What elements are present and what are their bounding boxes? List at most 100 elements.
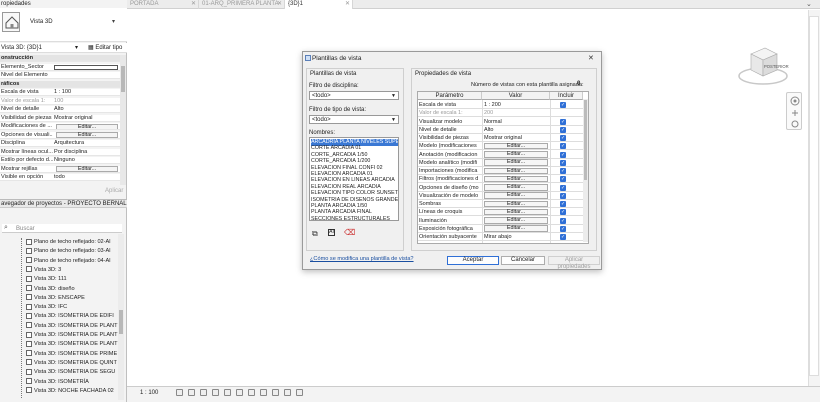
help-link[interactable]: ¿Cómo se modifica una plantilla de vista…: [310, 256, 414, 262]
tree-item[interactable]: Vista 3D: diseño: [26, 285, 120, 294]
tree-item[interactable]: Vista 3D: 111: [26, 275, 120, 284]
property-row[interactable]: Disciplina Arquitectura: [0, 140, 120, 148]
property-row[interactable]: Nivel de detalle Alto: [0, 106, 120, 114]
parameter-value[interactable]: Mostrar original: [484, 134, 546, 142]
tree-item[interactable]: Vista 3D: ISOMETRÍA: [26, 378, 120, 387]
chevron-down-icon[interactable]: ▾: [75, 44, 78, 51]
edit-button[interactable]: Editar...: [484, 200, 548, 208]
parameter-row[interactable]: Modelo (modificaciones Editar... ✓: [418, 142, 583, 151]
include-checkbox[interactable]: ✓: [560, 225, 567, 232]
property-row[interactable]: Mostrar rejillas Editar...: [0, 165, 120, 173]
tree-item[interactable]: Vista 3D: ISOMETRIA DE PLANT: [26, 322, 120, 331]
edit-button[interactable]: Editar...: [56, 132, 118, 138]
tab-overflow-icon[interactable]: ⌄: [806, 0, 812, 8]
parameter-row[interactable]: Visualización de modelo Editar... ✓: [418, 192, 583, 200]
tree-item[interactable]: Vista 3D: ENSCAPE: [26, 294, 120, 303]
parameter-value[interactable]: Normal: [484, 118, 546, 126]
reveal-hidden-icon[interactable]: [284, 389, 291, 396]
temporary-hide-icon[interactable]: [272, 389, 279, 396]
edit-type-button[interactable]: ▦ Editar tipo: [88, 44, 122, 51]
property-row[interactable]: Mostrar líneas ocul... Por disciplina: [0, 148, 120, 156]
parameter-row[interactable]: Valor de escala 1: 200: [418, 109, 583, 118]
edit-button[interactable]: Editar...: [56, 123, 118, 130]
edit-button[interactable]: Editar...: [484, 151, 548, 158]
tree-item[interactable]: Vista 3D: ISOMETRIA DE PLANT: [26, 331, 120, 340]
edit-button[interactable]: Editar...: [484, 184, 548, 191]
parameter-row[interactable]: Visualizar modelo Normal ✓: [418, 118, 583, 126]
edit-button[interactable]: Editar...: [484, 167, 548, 175]
navigation-bar[interactable]: [786, 92, 802, 130]
property-row[interactable]: Opciones de visuali... Editar...: [0, 131, 120, 139]
lock-view-icon[interactable]: [260, 389, 267, 396]
property-row[interactable]: Escala de vista 1 : 100: [0, 89, 120, 97]
render-icon[interactable]: [224, 389, 231, 396]
tree-item[interactable]: Vista 3D: ISOMETRIA DE SEGU: [26, 368, 120, 377]
property-row[interactable]: Estilo por defecto d... Ninguno: [0, 157, 120, 165]
tree-item[interactable]: Vista 3D: ISOMETRIA DE EDIFI: [26, 312, 120, 321]
parameter-value[interactable]: 1 : 200: [484, 101, 546, 109]
include-checkbox[interactable]: ✓: [560, 159, 567, 166]
duplicate-icon[interactable]: ⧉: [312, 229, 318, 239]
cancel-button[interactable]: Cancelar: [501, 256, 545, 265]
close-icon[interactable]: ✕: [191, 0, 196, 9]
apply-properties-button[interactable]: Aplicar propiedades: [548, 256, 600, 270]
include-checkbox[interactable]: ✓: [560, 217, 567, 224]
property-row[interactable]: Nivel del Elemento: [0, 72, 120, 80]
crop-view-icon[interactable]: [236, 389, 243, 396]
edit-button[interactable]: Editar...: [484, 192, 548, 199]
tree-item[interactable]: Vista 3D: IFC: [26, 303, 120, 312]
view-type-filter-select[interactable]: <todo> ▼: [309, 115, 399, 124]
parameter-row[interactable]: Filtros (modificaciones d Editar... ✓: [418, 175, 583, 184]
property-row[interactable]: Visibilidad de piezas Mostrar original: [0, 114, 120, 122]
property-row[interactable]: Valor de escala 1: 100: [0, 97, 120, 105]
tab-primera-planta[interactable]: 01-ARQ_PRIMERA PLANTA ✕: [199, 0, 285, 9]
apply-button[interactable]: Aplicar: [105, 188, 123, 194]
include-checkbox[interactable]: ✓: [560, 168, 567, 175]
include-checkbox[interactable]: ✓: [560, 143, 567, 150]
shadows-icon[interactable]: [212, 389, 219, 396]
property-value-field[interactable]: [54, 64, 118, 70]
template-names-list[interactable]: ARCADRIA PLANTA NIVELES SUPE CORTE ARCADI…: [309, 137, 399, 221]
parameter-row[interactable]: Sombras Editar... ✓: [418, 200, 583, 209]
delete-icon[interactable]: ⌫: [344, 228, 355, 237]
parameter-value[interactable]: Mirar abajo: [484, 233, 546, 241]
include-checkbox[interactable]: ✓: [560, 192, 567, 199]
edit-button[interactable]: Editar...: [484, 208, 548, 216]
parameter-row[interactable]: Opciones de diseño (mo Editar... ✓: [418, 184, 583, 192]
include-checkbox[interactable]: ✓: [560, 151, 567, 158]
parameter-row[interactable]: Modelo analítico (modifi Editar... ✓: [418, 159, 583, 167]
include-checkbox[interactable]: ✓: [560, 118, 567, 125]
close-icon[interactable]: ✕: [277, 0, 282, 9]
parameter-row[interactable]: Nivel de detalle Alto ✓: [418, 126, 583, 134]
include-checkbox[interactable]: ✓: [560, 102, 567, 109]
edit-button[interactable]: Editar...: [484, 225, 548, 232]
discipline-filter-select[interactable]: <todo> ▼: [309, 91, 399, 100]
parameter-row[interactable]: Iluminación Editar... ✓: [418, 217, 583, 225]
close-icon[interactable]: ✕: [588, 54, 594, 62]
tree-item[interactable]: Vista 3D: ISOMETRIA DE PRIME: [26, 350, 120, 359]
tree-item[interactable]: Vista 3D: ISOMETRIA DE PLANT: [26, 340, 120, 349]
edit-button[interactable]: Editar...: [484, 175, 548, 183]
property-row[interactable]: Elemento_Sector: [0, 63, 120, 71]
edit-button[interactable]: Editar...: [484, 217, 548, 224]
tab-portada[interactable]: PORTADA ✕: [127, 0, 199, 9]
worksharing-icon[interactable]: [296, 389, 303, 396]
include-checkbox[interactable]: ✓: [560, 135, 567, 142]
parameter-row[interactable]: Importaciones (modifica Editar... ✓: [418, 167, 583, 176]
parameter-row[interactable]: Orientación subyacente Mirar abajo ✓: [418, 233, 583, 242]
include-checkbox[interactable]: ✓: [560, 201, 567, 208]
sun-path-icon[interactable]: [200, 389, 207, 396]
parameter-value[interactable]: 200: [484, 109, 546, 117]
viewcube-icon[interactable]: POSTERIOR: [737, 38, 789, 88]
detail-level-icon[interactable]: [176, 389, 183, 396]
parameter-row[interactable]: Anotación (modificacion Editar... ✓: [418, 151, 583, 159]
tree-item[interactable]: Plano de techo reflejado: 04-Al: [26, 257, 120, 266]
parameters-scroll-thumb[interactable]: [584, 100, 587, 180]
template-name-item[interactable]: SECCIONES ESTRUCTURALES: [311, 216, 398, 220]
parameter-row[interactable]: Escala de vista 1 : 200 ✓: [418, 101, 583, 110]
show-crop-icon[interactable]: [248, 389, 255, 396]
tree-item[interactable]: Plano de techo reflejado: 03-Al: [26, 247, 120, 256]
include-checkbox[interactable]: ✓: [560, 126, 567, 133]
property-row[interactable]: ráficos: [0, 80, 120, 88]
tree-item[interactable]: Vista 3D: NOCHE FACHADA 02: [26, 387, 120, 396]
